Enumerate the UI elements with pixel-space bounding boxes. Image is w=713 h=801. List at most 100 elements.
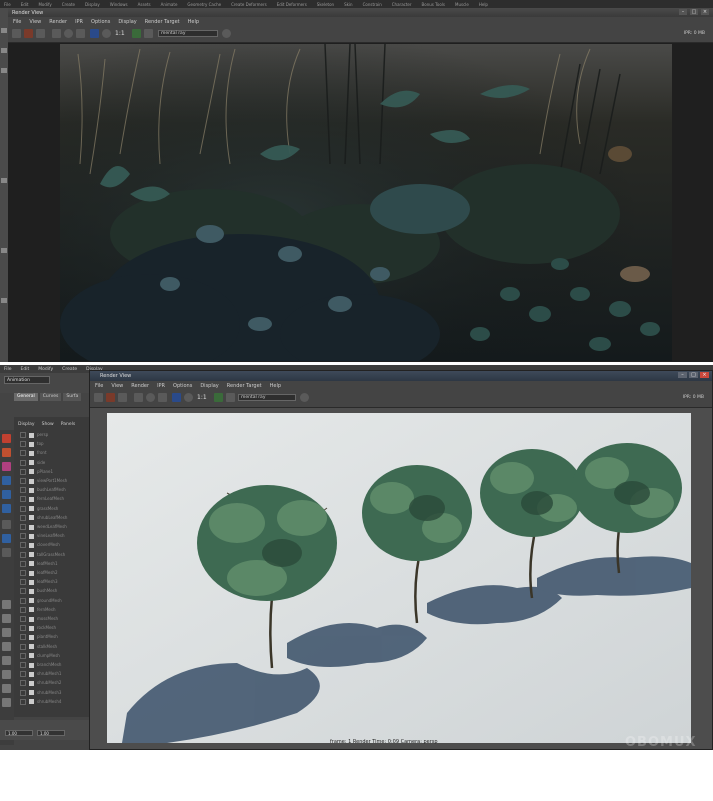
outliner-item[interactable]: grassMesh	[20, 505, 86, 512]
select-tool-icon[interactable]	[2, 434, 11, 443]
tool-icon[interactable]	[1, 178, 7, 183]
maximize-button[interactable]: □	[690, 9, 698, 15]
outliner-item[interactable]: bushMesh	[20, 587, 86, 595]
manipulator-icon[interactable]	[2, 520, 11, 529]
outliner-item[interactable]: stalkMesh	[20, 643, 86, 650]
snapshot-icon[interactable]	[36, 29, 45, 38]
expand-icon[interactable]	[20, 459, 26, 466]
menu-item[interactable]: Windows	[110, 2, 128, 7]
layout-two-icon[interactable]	[2, 628, 11, 637]
expand-icon[interactable]	[20, 542, 26, 549]
render-menu-item[interactable]: Options	[91, 19, 110, 25]
outliner-item[interactable]: groundMesh	[20, 597, 86, 604]
redo-render-icon[interactable]	[94, 393, 103, 402]
outliner-item[interactable]: shrubMesh2	[20, 679, 86, 687]
outliner-item[interactable]: leafMesh3	[20, 578, 86, 586]
ipr-icon[interactable]	[52, 29, 61, 38]
menu-item[interactable]: Animate	[161, 2, 178, 7]
scale-tool-icon[interactable]	[2, 504, 11, 513]
expand-icon[interactable]	[20, 524, 26, 530]
menu-item[interactable]: Muscle	[455, 2, 469, 7]
rotate-tool-icon[interactable]	[2, 490, 11, 499]
outliner-item[interactable]: side	[20, 459, 86, 466]
menu-item[interactable]: Character	[392, 2, 412, 7]
render-menu-item[interactable]: View	[111, 383, 123, 389]
ipr-icon[interactable]	[134, 393, 143, 402]
expand-icon[interactable]	[20, 514, 26, 521]
layout-persp-icon[interactable]	[2, 642, 11, 651]
render-menu-item[interactable]: Render	[131, 383, 149, 389]
redo-render-icon[interactable]	[12, 29, 21, 38]
layout-uv-icon[interactable]	[2, 698, 11, 707]
shelf-tab[interactable]: Curves	[39, 393, 62, 401]
expand-icon[interactable]	[20, 597, 26, 604]
menu-item[interactable]: File	[4, 367, 12, 372]
refresh-icon[interactable]	[64, 29, 73, 38]
layout-four-icon[interactable]	[2, 614, 11, 623]
alpha-icon[interactable]	[102, 29, 111, 38]
outliner-item[interactable]: vineLeafMesh	[20, 532, 86, 540]
outliner-item[interactable]: clumpMesh	[20, 652, 86, 659]
close-button[interactable]: ×	[700, 372, 709, 378]
expand-icon[interactable]	[20, 560, 26, 567]
render-menu-item[interactable]: View	[29, 19, 41, 25]
expand-icon[interactable]	[20, 579, 26, 586]
remove-image-icon[interactable]	[226, 393, 235, 402]
expand-icon[interactable]	[20, 616, 26, 622]
maximize-button[interactable]: □	[689, 372, 698, 378]
expand-icon[interactable]	[20, 588, 26, 595]
outliner-item[interactable]: shrubLeafMesh	[20, 514, 86, 521]
render-menu-item[interactable]: IPR	[157, 383, 165, 389]
menu-item[interactable]: Assets	[138, 2, 151, 7]
expand-icon[interactable]	[20, 625, 26, 632]
expand-icon[interactable]	[20, 680, 26, 687]
menu-item[interactable]: Modify	[38, 367, 53, 372]
keep-image-icon[interactable]	[132, 29, 141, 38]
expand-icon[interactable]	[20, 606, 26, 613]
outliner-item[interactable]: leafMesh1	[20, 560, 86, 567]
tool-icon[interactable]	[1, 298, 7, 303]
layout-hypershade-icon[interactable]	[2, 684, 11, 693]
rgb-icon[interactable]	[76, 29, 85, 38]
move-tool-icon[interactable]	[2, 476, 11, 485]
outliner-item[interactable]: fernMesh	[20, 606, 86, 613]
menu-item[interactable]: Modify	[38, 2, 51, 7]
outliner-item[interactable]: pPlane1	[20, 468, 86, 475]
render-menu-item[interactable]: Render Target	[145, 19, 180, 25]
close-button[interactable]: ×	[701, 9, 709, 15]
snapshot-icon[interactable]	[118, 393, 127, 402]
expand-icon[interactable]	[20, 487, 26, 494]
lasso-tool-icon[interactable]	[2, 448, 11, 457]
render-menu-item[interactable]: Render	[49, 19, 67, 25]
render-menu-item[interactable]: Display	[118, 19, 136, 25]
refresh-icon[interactable]	[146, 393, 155, 402]
color-channels-icon[interactable]	[172, 393, 181, 402]
menu-item[interactable]: Create	[62, 367, 77, 372]
expand-icon[interactable]	[20, 698, 26, 705]
expand-icon[interactable]	[20, 689, 26, 696]
menu-set-select[interactable]: Animation	[4, 376, 50, 384]
ratio-label[interactable]: 1:1	[115, 30, 125, 37]
render-menu-item[interactable]: IPR	[75, 19, 83, 25]
outliner-item[interactable]: plantMesh	[20, 633, 86, 641]
rgb-icon[interactable]	[158, 393, 167, 402]
render-region-icon[interactable]	[24, 29, 33, 38]
menu-item[interactable]: Geometry Cache	[187, 2, 221, 7]
render-menu-item[interactable]: Render Target	[227, 383, 262, 389]
expand-icon[interactable]	[20, 478, 26, 484]
render-menu-item[interactable]: Display	[200, 383, 218, 389]
expand-icon[interactable]	[20, 652, 26, 659]
render-menu-item[interactable]: File	[13, 19, 21, 25]
keep-image-icon[interactable]	[214, 393, 223, 402]
shelf-tab[interactable]: General	[14, 393, 38, 401]
tool-icon[interactable]	[1, 248, 7, 253]
outliner-item[interactable]: bushLeafMesh	[20, 486, 86, 494]
expand-icon[interactable]	[20, 570, 26, 576]
tool-icon[interactable]	[1, 28, 7, 33]
outliner-item[interactable]: leafMesh2	[20, 569, 86, 576]
remove-image-icon[interactable]	[144, 29, 153, 38]
outliner-menu-item[interactable]: Display	[18, 422, 35, 427]
menu-item[interactable]: Skin	[344, 2, 353, 7]
tool-icon[interactable]	[1, 48, 7, 53]
menu-item[interactable]: Skeleton	[317, 2, 334, 7]
